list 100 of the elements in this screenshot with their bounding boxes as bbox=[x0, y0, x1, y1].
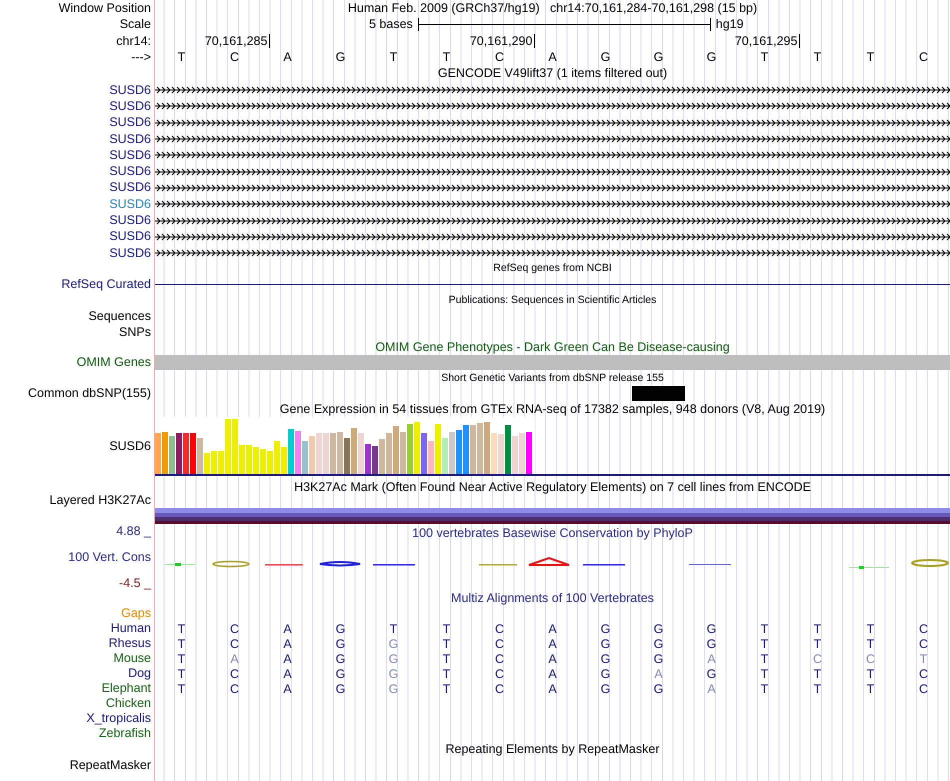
row-label: chr14: bbox=[116, 34, 151, 48]
track-label[interactable]: SNPs bbox=[119, 324, 151, 340]
track-label[interactable]: 100 Vert. Cons bbox=[68, 550, 151, 566]
species-label: Zebrafish bbox=[98, 726, 151, 742]
species-label: Human bbox=[110, 621, 151, 636]
gene-label[interactable]: SUSD6 bbox=[109, 132, 151, 147]
aligned-base: T bbox=[814, 682, 822, 696]
track-title: 100 vertebrates Basewise Conservation by PhyloP bbox=[412, 526, 693, 542]
species-label: X_tropicalis bbox=[86, 711, 151, 726]
aligned-base: T bbox=[920, 652, 928, 666]
aligned-base: G bbox=[600, 652, 610, 666]
aligned-base: C bbox=[918, 666, 928, 681]
aligned-base: A bbox=[283, 666, 292, 681]
aligned-base: T bbox=[866, 666, 874, 681]
gene-label[interactable]: SUSD6 bbox=[109, 115, 151, 130]
aligned-base: C bbox=[812, 652, 822, 666]
aligned-base: G bbox=[336, 622, 346, 636]
aligned-base: C bbox=[494, 622, 504, 636]
gene-label[interactable]: SUSD6 bbox=[109, 98, 151, 114]
gene-label[interactable]: SUSD6 bbox=[109, 148, 151, 163]
snp-feature[interactable] bbox=[632, 386, 685, 402]
aligned-base: G bbox=[600, 666, 610, 681]
reference-base: A bbox=[283, 50, 292, 64]
aligned-base: T bbox=[866, 622, 874, 636]
aligned-base: C bbox=[230, 622, 240, 636]
position-tick: 70,161,285 bbox=[204, 34, 270, 48]
expression-bars-drawing[interactable] bbox=[155, 417, 535, 474]
aligned-base: T bbox=[866, 636, 874, 651]
aligned-base: G bbox=[336, 666, 346, 681]
aligned-base: T bbox=[442, 622, 450, 636]
reference-base: C bbox=[230, 50, 240, 64]
track-title: Gene Expression in 54 tissues from GTEx RNA-seq of 17382 samples, 948 donors (V8, Aug 2019) bbox=[280, 402, 826, 417]
position-tick: 70,161,295 bbox=[734, 34, 800, 48]
aligned-base: A bbox=[283, 682, 292, 696]
species-label: Mouse bbox=[113, 651, 151, 666]
reference-base: T bbox=[760, 50, 768, 64]
aligned-base: G bbox=[600, 622, 610, 636]
track-title: H3K27Ac Mark (Often Found Near Active Regulatory Elements) on 7 cell lines from ENCODE bbox=[294, 480, 811, 496]
track-label[interactable]: RepeatMasker bbox=[70, 758, 151, 773]
window-position: Human Feb. 2009 (GRCh37/hg19) chr14:70,161,284-70,161,298 (15 bp) bbox=[348, 0, 758, 16]
track-label[interactable]: RefSeq Curated bbox=[61, 276, 151, 292]
reference-base: T bbox=[178, 50, 186, 64]
aligned-base: T bbox=[814, 636, 822, 651]
gene-label[interactable]: SUSD6 bbox=[109, 196, 151, 212]
aligned-base: T bbox=[814, 666, 822, 681]
reference-base: G bbox=[336, 50, 346, 64]
position-tick: 70,161,290 bbox=[470, 34, 536, 48]
gene-label[interactable]: SUSD6 bbox=[109, 82, 151, 98]
track-label[interactable]: OMIM Genes bbox=[76, 355, 151, 370]
track-title: Multiz Alignments of 100 Vertebrates bbox=[451, 591, 654, 606]
aligned-base: A bbox=[548, 622, 557, 636]
aligned-base: T bbox=[178, 682, 186, 696]
reference-base: T bbox=[390, 50, 398, 64]
gene-label[interactable]: SUSD6 bbox=[109, 229, 151, 244]
gene-label[interactable]: SUSD6 bbox=[109, 213, 151, 228]
aligned-base: G bbox=[388, 636, 398, 651]
aligned-base: T bbox=[178, 636, 186, 651]
track-label[interactable]: Layered H3K27Ac bbox=[50, 492, 151, 508]
scale-text: 5 bases bbox=[369, 17, 413, 32]
row-label: Window Position bbox=[58, 0, 151, 16]
aligned-base: T bbox=[814, 622, 822, 636]
gene-label[interactable]: SUSD6 bbox=[109, 180, 151, 196]
track-title: Short Genetic Variants from dbSNP release 155 bbox=[441, 370, 664, 386]
aligned-base: C bbox=[230, 666, 240, 681]
aligned-base: G bbox=[654, 682, 664, 696]
aligned-base: G bbox=[388, 666, 398, 681]
aligned-base: T bbox=[760, 666, 768, 681]
reference-base: A bbox=[548, 50, 557, 64]
aligned-base: A bbox=[548, 652, 557, 666]
aligned-base: A bbox=[707, 652, 716, 666]
aligned-base: T bbox=[760, 622, 768, 636]
reference-base: C bbox=[918, 50, 928, 64]
species-label: Elephant bbox=[102, 681, 151, 696]
aligned-base: G bbox=[654, 622, 664, 636]
aligned-base: C bbox=[918, 682, 928, 696]
track-label[interactable]: Common dbSNP(155) bbox=[28, 386, 151, 402]
aligned-base: T bbox=[442, 682, 450, 696]
aligned-base: G bbox=[600, 636, 610, 651]
aligned-base: A bbox=[283, 636, 292, 651]
row-label: Scale bbox=[120, 17, 151, 32]
axis-min-label: -4.5 _ bbox=[119, 576, 151, 592]
aligned-base: C bbox=[494, 636, 504, 651]
assembly-label: hg19 bbox=[716, 17, 744, 32]
aligned-base: G bbox=[706, 666, 716, 681]
gene-label[interactable]: SUSD6 bbox=[109, 246, 151, 261]
reference-base: T bbox=[866, 50, 874, 64]
gene-label[interactable]: SUSD6 bbox=[109, 164, 151, 180]
track-label[interactable]: SUSD6 bbox=[109, 439, 151, 454]
aligned-base: G bbox=[336, 636, 346, 651]
species-label: Dog bbox=[128, 666, 151, 682]
species-label: Chicken bbox=[106, 696, 151, 712]
aligned-base: T bbox=[178, 652, 186, 666]
aligned-base: A bbox=[548, 682, 557, 696]
aligned-base: C bbox=[918, 622, 928, 636]
aligned-base: C bbox=[866, 652, 876, 666]
aligned-base: A bbox=[548, 666, 557, 681]
aligned-base: G bbox=[654, 652, 664, 666]
aligned-base: C bbox=[230, 682, 240, 696]
aligned-base: C bbox=[494, 666, 504, 681]
track-label[interactable]: Sequences bbox=[88, 308, 151, 324]
